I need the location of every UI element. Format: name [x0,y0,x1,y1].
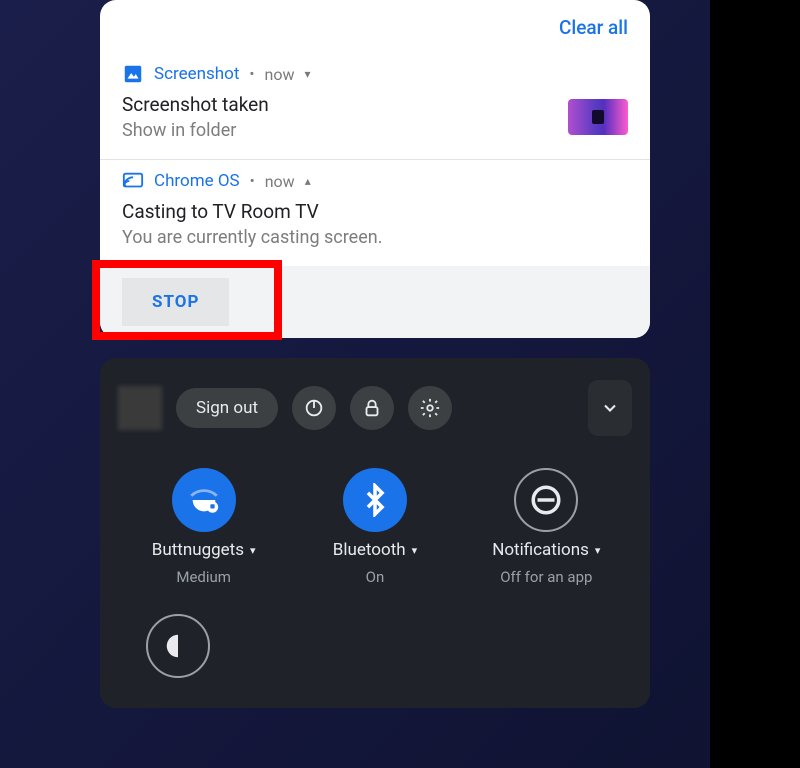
notifications-card: Clear all Screenshot • now ▾ Screenshot … [100,0,650,338]
tray-top-row: Sign out [118,380,632,436]
notification-casting[interactable]: Chrome OS • now ▴ Casting to TV Room TV … [100,159,650,266]
chevron-down-icon: ▾ [412,544,418,557]
notification-header: Screenshot • now ▾ [122,63,628,85]
settings-button[interactable] [408,386,452,430]
notification-subtitle[interactable]: Show in folder [122,120,269,141]
notification-action-bar: STOP [100,266,650,338]
stop-casting-button[interactable]: STOP [122,278,229,326]
notifications-sublabel: Off for an app [500,568,592,586]
notification-header: Chrome OS • now ▴ [122,170,628,192]
notification-screenshot[interactable]: Screenshot • now ▾ Screenshot taken Show… [100,53,650,159]
notification-title: Screenshot taken [122,93,269,116]
notifications-label[interactable]: Notifications▾ [492,540,600,560]
lock-button[interactable] [350,386,394,430]
notification-title: Casting to TV Room TV [122,200,628,223]
power-button[interactable] [292,386,336,430]
qs-wifi: Buttnuggets▾ Medium [124,468,284,586]
system-tray-panel: Clear all Screenshot • now ▾ Screenshot … [100,0,650,708]
notification-app-name: Screenshot [154,64,239,84]
separator-dot: • [249,65,254,83]
bluetooth-toggle[interactable] [343,468,407,532]
wifi-sublabel: Medium [176,568,231,586]
qs-notifications: Notifications▾ Off for an app [466,468,626,586]
notification-app-name: Chrome OS [154,171,240,191]
image-icon [122,63,144,85]
night-light-toggle[interactable] [146,614,210,678]
chevron-up-icon[interactable]: ▴ [305,174,311,188]
notification-body: Screenshot taken Show in folder [122,93,628,141]
screenshot-thumbnail[interactable] [568,99,628,135]
clear-all-button[interactable]: Clear all [100,10,650,53]
user-avatar[interactable] [118,386,162,430]
chevron-down-icon: ▾ [595,544,601,557]
bluetooth-label[interactable]: Bluetooth▾ [333,540,417,560]
quick-settings-tray: Sign out Buttnuggets▾ Medium [100,358,650,708]
wifi-toggle[interactable] [172,468,236,532]
qs-bluetooth: Bluetooth▾ On [295,468,455,586]
separator-dot: • [250,172,255,190]
chevron-down-icon: ▾ [250,544,256,557]
bluetooth-sublabel: On [366,568,385,586]
sign-out-button[interactable]: Sign out [176,388,278,428]
notification-subtitle: You are currently casting screen. [122,227,628,248]
chevron-down-icon[interactable]: ▾ [304,67,310,81]
collapse-tray-button[interactable] [588,380,632,436]
wifi-label[interactable]: Buttnuggets▾ [152,540,256,560]
screen-edge-black [710,0,800,768]
cast-icon [122,170,144,192]
notification-time: now [264,65,294,84]
notifications-toggle[interactable] [514,468,578,532]
notification-time: now [265,172,295,191]
quick-settings-row: Buttnuggets▾ Medium Bluetooth▾ On Notifi… [118,468,632,586]
